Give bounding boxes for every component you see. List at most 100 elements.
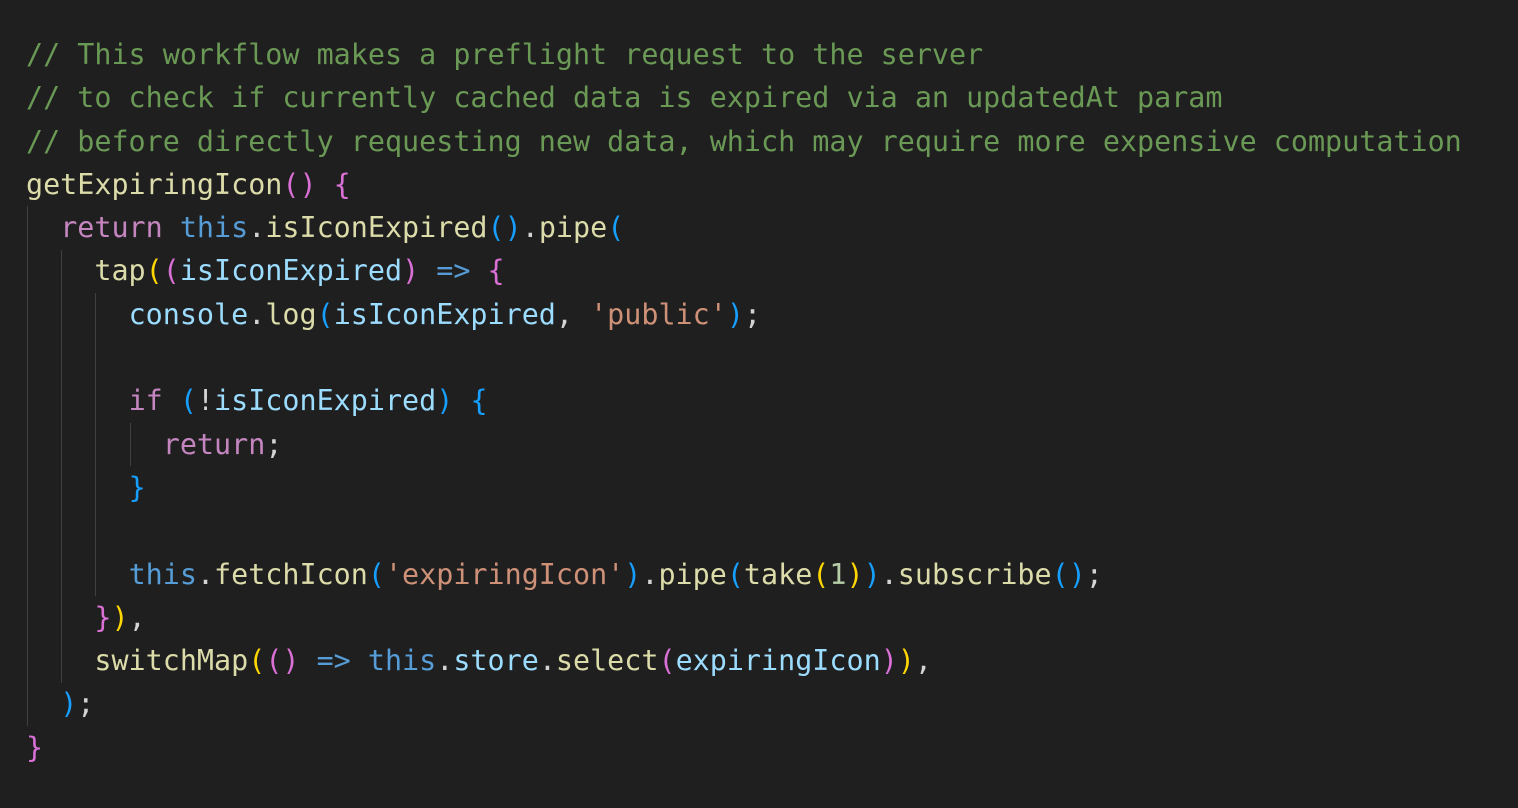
code-token: ): [624, 557, 642, 591]
code-token: =>: [316, 644, 351, 678]
code-line[interactable]: // to check if currently cached data is …: [26, 76, 1462, 119]
code-token: .: [538, 644, 556, 678]
code-line[interactable]: return;: [26, 423, 1462, 466]
code-token: pipe: [538, 211, 608, 245]
code-editor[interactable]: // This workflow makes a preflight reque…: [0, 0, 1518, 808]
code-token: if: [128, 384, 163, 418]
code-token: 'expiringIcon': [384, 557, 625, 591]
code-token: ;: [265, 427, 283, 461]
indent-guide: [95, 292, 97, 596]
code-token: ): [897, 644, 915, 678]
code-token: .: [248, 297, 266, 331]
code-token: ): [846, 557, 864, 591]
code-token: !: [196, 384, 215, 418]
code-token: (): [265, 644, 300, 678]
indent-guide: [27, 206, 28, 726]
code-token: ,: [555, 297, 591, 331]
code-line[interactable]: }: [26, 726, 1462, 769]
code-line[interactable]: );: [26, 682, 1462, 725]
code-token: // This workflow makes a preflight reque…: [26, 38, 984, 71]
code-token: ,: [914, 644, 932, 678]
code-line[interactable]: this.fetchIcon('expiringIcon').pipe(take…: [26, 553, 1462, 596]
code-token: .: [880, 557, 898, 591]
code-token: ): [880, 644, 898, 678]
code-line[interactable]: }),: [26, 596, 1462, 639]
code-token: .: [248, 211, 266, 245]
code-token: ;: [743, 297, 762, 331]
code-token: take: [743, 557, 813, 591]
code-token: this: [367, 644, 437, 678]
code-token: return: [162, 427, 266, 461]
code-token: // to check if currently cached data is …: [26, 81, 1223, 115]
code-token: }: [26, 730, 44, 764]
code-token: isIconExpired: [179, 254, 403, 288]
code-token: ,: [128, 600, 146, 634]
code-line[interactable]: [26, 509, 1462, 552]
code-token: 1: [829, 557, 847, 591]
code-token: subscribe: [897, 557, 1052, 591]
code-token: isIconExpired: [333, 297, 556, 331]
code-token: ): [111, 600, 129, 634]
code-line[interactable]: console.log(isIconExpired, 'public');: [26, 293, 1462, 336]
code-token: (): [282, 167, 317, 201]
code-token: fetchIcon: [214, 557, 368, 591]
code-token: ): [402, 254, 420, 288]
code-token: (: [812, 557, 830, 591]
code-token: ): [60, 687, 78, 721]
code-token: (: [607, 211, 625, 245]
code-token: (: [145, 254, 163, 288]
code-token: (: [316, 297, 334, 331]
code-token: (: [248, 644, 266, 678]
code-line[interactable]: // before directly requesting new data, …: [26, 120, 1462, 163]
code-token: =>: [436, 254, 471, 288]
code-token: .: [641, 557, 659, 591]
code-token: ;: [77, 687, 95, 721]
code-token: (: [658, 644, 676, 678]
code-line[interactable]: getExpiringIcon() {: [26, 163, 1462, 206]
code-line[interactable]: }: [26, 466, 1462, 509]
code-token: ): [436, 384, 454, 418]
code-line[interactable]: tap((isIconExpired) => {: [26, 249, 1462, 292]
code-token: console: [128, 297, 249, 331]
code-line[interactable]: // This workflow makes a preflight reque…: [26, 33, 1462, 76]
code-token: ): [863, 557, 881, 591]
code-token: (): [487, 211, 522, 245]
code-token: {: [470, 384, 488, 418]
code-token: switchMap: [94, 644, 249, 678]
code-token: .: [436, 644, 454, 678]
code-token: 'public': [590, 297, 727, 331]
code-token: return: [60, 211, 163, 245]
code-token: (: [162, 254, 180, 288]
code-token: log: [265, 297, 317, 331]
code-token: this: [128, 557, 197, 591]
code-line[interactable]: if (!isIconExpired) {: [26, 379, 1462, 422]
code-token: }: [128, 470, 146, 504]
code-token: (: [179, 384, 197, 418]
code-line[interactable]: return this.isIconExpired().pipe(: [26, 206, 1462, 249]
code-token: store: [453, 644, 539, 678]
code-token: expiringIcon: [675, 644, 881, 678]
code-token: isIconExpired: [214, 384, 437, 418]
code-line[interactable]: switchMap(() => this.store.select(expiri…: [26, 639, 1462, 682]
indent-guide: [129, 422, 131, 466]
code-line[interactable]: [26, 336, 1462, 379]
code-token: .: [196, 557, 215, 591]
code-area[interactable]: // This workflow makes a preflight reque…: [26, 33, 1462, 769]
code-token: tap: [94, 254, 146, 288]
